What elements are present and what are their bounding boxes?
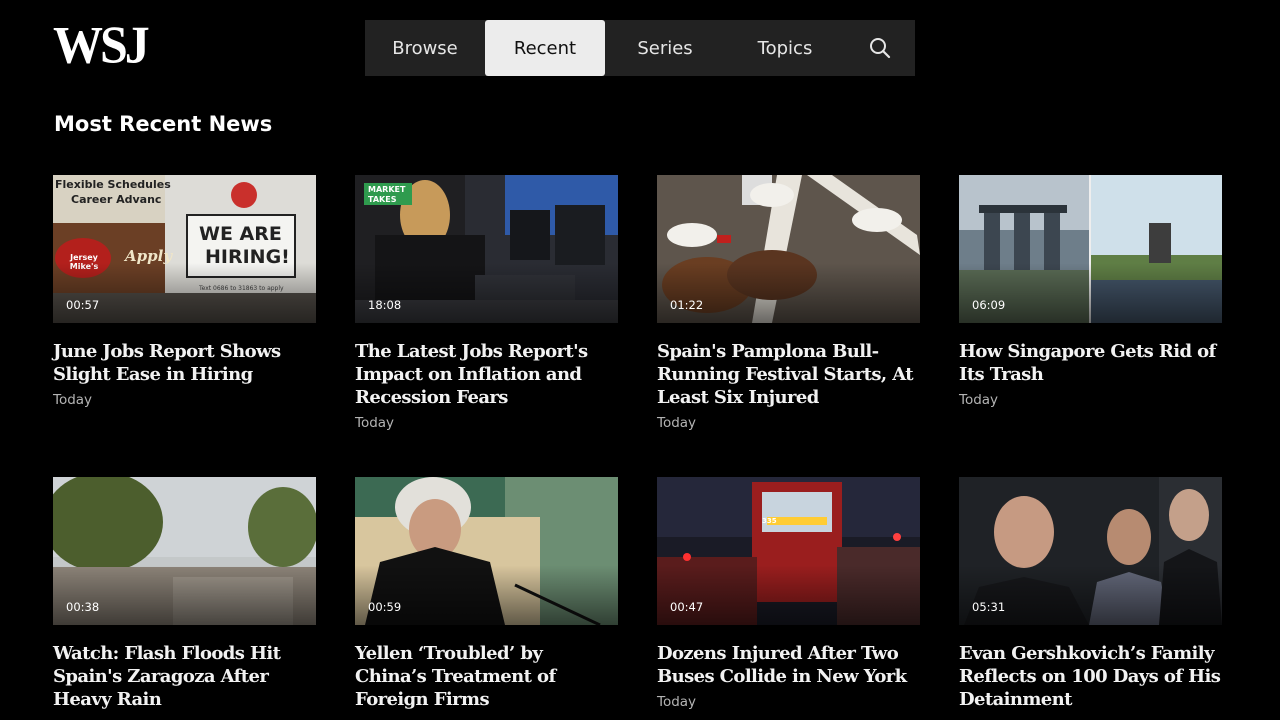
video-title[interactable]: The Latest Jobs Report's Impact on Infla… <box>355 340 618 409</box>
video-duration: 00:38 <box>66 600 100 614</box>
video-thumbnail[interactable]: 335 00:47 <box>657 477 920 625</box>
video-title[interactable]: Dozens Injured After Two Buses Collide i… <box>657 642 920 688</box>
video-date: Today <box>959 392 999 408</box>
video-duration: 01:22 <box>670 298 704 312</box>
video-card[interactable]: 00:59 Yellen ‘Troubled’ by China’s Treat… <box>355 477 618 717</box>
video-card[interactable]: MARKET TAKES 18:08 The Latest Jobs Repor… <box>355 175 618 431</box>
video-title[interactable]: Evan Gershkovich’s Family Reflects on 10… <box>959 642 1222 711</box>
video-title[interactable]: June Jobs Report Shows Slight Ease in Hi… <box>53 340 316 386</box>
video-title[interactable]: Watch: Flash Floods Hit Spain's Zaragoza… <box>53 642 316 711</box>
video-thumbnail[interactable]: MARKET TAKES 18:08 <box>355 175 618 323</box>
video-date: Today <box>657 415 697 431</box>
video-duration: 00:47 <box>670 600 704 614</box>
search-button[interactable] <box>845 20 915 76</box>
video-duration: 00:59 <box>368 600 402 614</box>
video-date: Today <box>355 415 395 431</box>
thumb-text: Text 0686 to 31863 to apply <box>199 285 284 292</box>
tab-topics[interactable]: Topics <box>725 20 845 76</box>
thumb-text: HIRING! <box>205 246 290 268</box>
video-card[interactable]: 01:22 Spain's Pamplona Bull-Running Fest… <box>657 175 920 431</box>
video-card[interactable]: 00:38 Watch: Flash Floods Hit Spain's Za… <box>53 477 316 717</box>
thumb-text: 335 <box>762 517 777 525</box>
video-card[interactable]: 05:31 Evan Gershkovich’s Family Reflects… <box>959 477 1222 717</box>
tab-recent[interactable]: Recent <box>485 20 605 76</box>
video-date: Today <box>657 694 697 710</box>
video-card[interactable]: 06:09 How Singapore Gets Rid of Its Tras… <box>959 175 1222 408</box>
tab-browse[interactable]: Browse <box>365 20 485 76</box>
thumb-text: Jersey Mike's <box>69 253 99 271</box>
video-thumbnail[interactable]: 05:31 <box>959 477 1222 625</box>
thumb-text: WE ARE <box>199 223 282 245</box>
video-thumbnail[interactable]: 00:59 <box>355 477 618 625</box>
video-duration: 18:08 <box>368 298 402 312</box>
top-nav: Browse Recent Series Topics <box>365 20 915 76</box>
market-takes-badge: MARKET TAKES <box>364 183 412 205</box>
badge-text: MARKET <box>368 185 406 194</box>
video-card[interactable]: 335 00:47 Dozens Injured After Two Buses… <box>657 477 920 710</box>
video-duration: 06:09 <box>972 298 1006 312</box>
video-card[interactable]: Flexible Schedules Career Advanc WE ARE … <box>53 175 316 408</box>
video-duration: 00:57 <box>66 298 100 312</box>
wsj-logo: WSJ <box>53 15 150 74</box>
thumb-text: Career Advanc <box>71 193 162 206</box>
tab-series[interactable]: Series <box>605 20 725 76</box>
video-title[interactable]: Spain's Pamplona Bull-Running Festival S… <box>657 340 920 409</box>
video-thumbnail[interactable]: Flexible Schedules Career Advanc WE ARE … <box>53 175 316 323</box>
video-title[interactable]: Yellen ‘Troubled’ by China’s Treatment o… <box>355 642 618 711</box>
video-duration: 05:31 <box>972 600 1006 614</box>
video-thumbnail[interactable]: 00:38 <box>53 477 316 625</box>
video-date: Today <box>53 392 93 408</box>
video-title[interactable]: How Singapore Gets Rid of Its Trash <box>959 340 1222 386</box>
thumb-text: Flexible Schedules <box>55 178 171 191</box>
thumb-text: Apply <box>125 247 173 265</box>
section-title: Most Recent News <box>54 112 273 136</box>
badge-text: TAKES <box>368 195 397 204</box>
search-icon <box>870 38 891 59</box>
video-thumbnail[interactable]: 01:22 <box>657 175 920 323</box>
video-thumbnail[interactable]: 06:09 <box>959 175 1222 323</box>
